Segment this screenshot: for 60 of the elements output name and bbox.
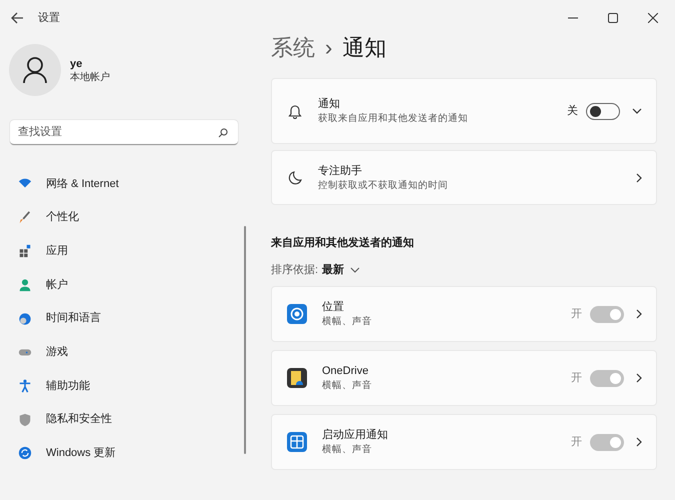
toggle-state: 开 — [571, 306, 582, 322]
user-name: ye — [70, 56, 84, 70]
search-field[interactable]: 查找设置 — [10, 120, 238, 145]
nav-item[interactable]: 辅助功能 — [0, 369, 248, 403]
toggle-state: 开 — [571, 434, 582, 450]
window-title: 设置 — [38, 10, 60, 26]
close-icon[interactable] — [648, 13, 658, 23]
moon-icon — [287, 170, 303, 186]
setting-description: 控制获取或不获取通知的时间 — [318, 178, 449, 192]
chevron-right-icon[interactable] — [636, 437, 642, 447]
refresh-icon — [18, 446, 32, 460]
toggle-switch[interactable] — [586, 102, 620, 120]
breadcrumb-link[interactable]: 系统 — [271, 31, 315, 64]
back-icon[interactable] — [10, 11, 24, 25]
setting-title: 启动应用通知 — [322, 428, 389, 443]
toggle-state: 开 — [571, 370, 582, 386]
setting-description: 横幅、声音 — [322, 315, 373, 328]
folder-cloud-icon — [287, 368, 307, 388]
setting-title: 位置 — [322, 300, 345, 315]
sort-dropdown[interactable]: 最新 — [322, 262, 344, 278]
setting-description: 获取来自应用和其他发送者的通知 — [318, 112, 469, 125]
bell-icon — [287, 103, 303, 119]
setting-card[interactable]: 通知 获取来自应用和其他发送者的通知 关 — [271, 78, 657, 144]
target-icon — [287, 304, 307, 324]
scrollbar[interactable] — [244, 226, 246, 454]
search-icon — [218, 128, 228, 138]
person-icon — [22, 56, 48, 84]
nav-item[interactable]: 应用 — [0, 234, 248, 268]
accessibility-icon — [18, 378, 32, 393]
nav-item[interactable]: 隐私和安全性 — [0, 402, 248, 436]
setting-description: 横幅、声音 — [322, 379, 373, 392]
nav-item[interactable]: 帐户 — [0, 268, 248, 302]
setting-title: OneDrive — [322, 364, 370, 379]
account-type: 本地帐户 — [70, 70, 110, 84]
nav-item[interactable]: 游戏 — [0, 335, 248, 370]
chevron-right-icon[interactable] — [636, 373, 642, 383]
apps-icon — [18, 244, 32, 258]
setting-card[interactable]: 专注助手 控制获取或不获取通知的时间 — [271, 150, 657, 205]
sort-label: 排序依据: — [271, 262, 318, 278]
toggle-state: 关 — [567, 104, 578, 119]
setting-description: 横幅、声音 — [322, 443, 373, 456]
breadcrumb-separator: › — [325, 34, 332, 62]
person-icon — [18, 278, 32, 292]
maximize-icon[interactable] — [608, 13, 618, 23]
nav-item[interactable]: 网络 & Internet — [0, 167, 248, 201]
chevron-right-icon[interactable] — [636, 172, 642, 182]
section-heading: 来自应用和其他发送者的通知 — [271, 236, 415, 251]
setting-title: 专注助手 — [318, 164, 363, 178]
nav-item[interactable]: 个性化 — [0, 200, 248, 234]
globe-icon — [18, 312, 32, 326]
window-grid-icon — [287, 432, 307, 452]
chevron-right-icon[interactable] — [636, 309, 642, 319]
chevron-down-icon[interactable] — [350, 266, 360, 273]
nav-item[interactable]: 时间和语言 — [0, 302, 248, 336]
setting-title: 通知 — [318, 97, 341, 112]
brush-icon — [18, 210, 32, 225]
page-title: 通知 — [342, 34, 386, 62]
chevron-down-icon[interactable] — [632, 108, 642, 114]
nav-item[interactable]: Windows 更新 — [0, 436, 248, 470]
shield-icon — [18, 412, 32, 427]
